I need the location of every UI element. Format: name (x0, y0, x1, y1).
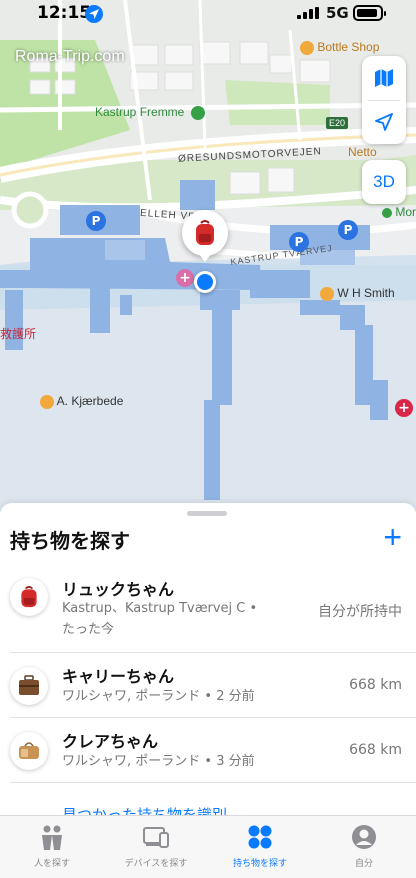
location-services-icon (85, 5, 103, 23)
item-location: ワルシャワ, ポーランド • 3 分前 (62, 754, 255, 769)
me-icon (352, 825, 376, 849)
divider (10, 717, 416, 718)
poi-bottle-shop[interactable]: Bottle Shop (300, 40, 379, 55)
bag-icon (19, 742, 39, 759)
parking-icon[interactable]: P (289, 232, 309, 252)
item-row-backpack[interactable]: リュックちゃん Kastrup、Kastrup Tværvej C • たった今… (0, 573, 416, 653)
poi-kjaerbede[interactable]: A. Kjærbede (40, 394, 123, 409)
hospital-icon[interactable]: + (395, 399, 413, 417)
marker-pointer (199, 254, 211, 262)
tab-bar: 人を探す デバイスを探す 持ち物を探す 自分 (0, 815, 416, 878)
item-location: Kastrup、Kastrup Tværvej C • (62, 601, 258, 616)
shop-icon (300, 40, 314, 55)
divider (10, 652, 416, 653)
recenter-button[interactable] (362, 100, 406, 144)
status-time: 12:15 (37, 3, 92, 23)
map-controls (362, 56, 406, 144)
item-location: ワルシャワ, ポーランド • 2 分前 (62, 689, 255, 704)
item-distance: 668 km (349, 677, 402, 693)
people-icon (42, 825, 62, 850)
item-status: 自分が所持中 (318, 604, 402, 620)
user-location-core (197, 274, 213, 290)
tab-label: 持ち物を探す (232, 859, 287, 869)
item-row-suitcase[interactable]: キャリーちゃん ワルシャワ, ポーランド • 2 分前 668 km (0, 658, 416, 718)
parking-icon[interactable]: P (86, 211, 106, 231)
network-type: 5G (326, 4, 349, 22)
location-arrow-icon (375, 113, 393, 131)
item-avatar (10, 578, 48, 616)
item-avatar (10, 667, 48, 705)
3d-toggle-button[interactable]: 3D (362, 160, 406, 204)
find-my-screen: Roma-Trip.com Bottle Shop Kastrup Fremme… (0, 0, 416, 878)
item-row-bag[interactable]: クレアちゃん ワルシャワ, ポーランド • 3 分前 668 km (0, 723, 416, 783)
battery-icon (353, 5, 386, 21)
tab-label: 自分 (354, 859, 373, 869)
tab-items[interactable]: 持ち物を探す (208, 816, 312, 878)
poi-label: Bottle Shop (317, 40, 380, 54)
status-bar: 12:15 5G (0, 0, 416, 28)
item-name: リュックちゃん (62, 580, 175, 599)
tab-people[interactable]: 人を探す (0, 816, 104, 878)
item-avatar (10, 732, 48, 770)
poi-mor[interactable]: Mor (382, 205, 416, 219)
tab-label: デバイスを探す (124, 859, 188, 869)
user-location-dot[interactable] (194, 271, 216, 293)
poi-kastrup-fremme[interactable]: Kastrup Fremme (95, 105, 205, 120)
backpack-icon (21, 586, 37, 608)
add-item-button[interactable]: + (383, 521, 402, 553)
suitcase-icon (19, 675, 39, 695)
map-view[interactable]: Roma-Trip.com Bottle Shop Kastrup Fremme… (0, 0, 416, 512)
map-mode-button[interactable] (362, 56, 406, 100)
road-sign-e20: E20 (326, 117, 349, 129)
poi-first-aid[interactable]: 救護所 (0, 325, 36, 342)
item-distance: 668 km (349, 742, 402, 758)
shop-icon (320, 286, 334, 301)
poi-label: Kastrup Fremme (95, 105, 185, 119)
watermark-text: Roma-Trip.com (15, 48, 125, 65)
poi-label: A. Kjærbede (56, 394, 124, 408)
poi-label: Mor (395, 205, 416, 219)
medical-icon[interactable]: + (176, 269, 194, 287)
item-name: キャリーちゃん (62, 667, 175, 686)
tab-devices[interactable]: デバイスを探す (104, 816, 208, 878)
shop-icon (40, 394, 54, 409)
poi-wh-smith[interactable]: W H Smith (320, 286, 395, 301)
backpack-icon (196, 220, 214, 245)
tab-label: 人を探す (33, 859, 70, 869)
map-icon (375, 69, 393, 87)
devices-icon (143, 827, 169, 848)
sheet-grabber[interactable] (187, 511, 227, 516)
poi-label: W H Smith (337, 286, 395, 300)
poi-icon (382, 207, 392, 218)
sheet-title: 持ち物を探す (10, 529, 130, 553)
items-icon (248, 825, 272, 849)
cellular-signal-icon (297, 7, 319, 19)
poi-label: 救護所 (0, 327, 37, 341)
item-name: クレアちゃん (62, 732, 159, 751)
tab-me[interactable]: 自分 (312, 816, 416, 878)
poi-netto[interactable]: Netto (348, 145, 377, 159)
backpack-map-marker[interactable] (182, 210, 228, 256)
park-icon (190, 105, 205, 120)
item-time: たった今 (62, 622, 115, 637)
parking-icon[interactable]: P (338, 220, 358, 240)
divider (10, 782, 416, 783)
